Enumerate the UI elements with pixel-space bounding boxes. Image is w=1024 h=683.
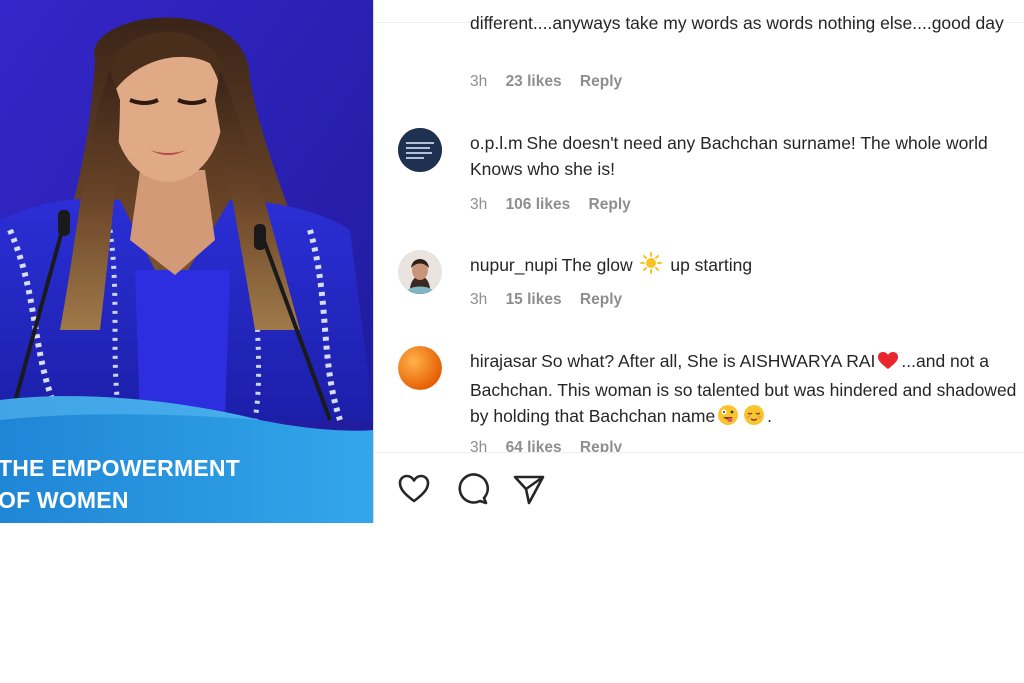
red-heart-emoji-icon <box>878 351 899 377</box>
actions-divider <box>374 452 1024 453</box>
comment-likes[interactable]: 106 likes <box>506 196 571 213</box>
reply-button[interactable]: Reply <box>589 196 631 213</box>
comment-bubble-icon[interactable] <box>455 472 489 506</box>
comment-text: o.p.l.m She doesn't need any Bachchan sur… <box>470 130 1022 182</box>
reply-button[interactable]: Reply <box>580 73 622 90</box>
speaker-illustration <box>0 0 374 523</box>
comments-list[interactable]: different....anyways take my words as wo… <box>374 0 1024 452</box>
comment-body: different....anyways take my words as wo… <box>470 13 1004 33</box>
avatar-image <box>398 128 442 172</box>
relieved-face-emoji-icon <box>744 405 765 432</box>
comment-likes[interactable]: 15 likes <box>506 291 562 308</box>
avatar-image <box>398 346 442 390</box>
banner-line-2: OF WOMEN <box>0 487 129 513</box>
comment-time: 3h <box>470 439 488 452</box>
comment-username[interactable]: nupur_nupi <box>470 255 558 275</box>
comment-body: She doesn't need any Bachchan surname! T… <box>470 133 988 179</box>
banner-caption: THE EMPOWERMENT OF WOMEN <box>0 452 240 516</box>
avatar[interactable] <box>398 346 442 390</box>
comment-body-part3: . <box>767 406 773 426</box>
heart-icon[interactable] <box>397 472 431 506</box>
comment-meta: 3h 15 likes Reply <box>470 291 636 309</box>
comment-meta: 3h 106 likes Reply <box>470 196 645 214</box>
comment-text: nupur_nupi The glow up starting <box>470 252 1022 281</box>
comment-likes[interactable]: 23 likes <box>506 73 562 90</box>
comment-text: hirajasar So what? After all, She is AISH… <box>470 348 1022 432</box>
avatar[interactable] <box>398 250 442 294</box>
sun-emoji-icon <box>640 252 663 281</box>
avatar-image <box>398 250 442 294</box>
instagram-post-view: THE EMPOWERMENT OF WOMEN different....an… <box>0 0 1024 683</box>
comment-username[interactable]: hirajasar <box>470 351 537 371</box>
comment-likes[interactable]: 64 likes <box>506 439 562 452</box>
comment-meta: 3h 64 likes Reply <box>470 439 636 452</box>
comment-body-start: The glow <box>561 255 633 275</box>
avatar[interactable] <box>398 128 442 172</box>
reply-button[interactable]: Reply <box>580 439 622 452</box>
comment-time: 3h <box>470 196 488 213</box>
comment-text: different....anyways take my words as wo… <box>470 10 1022 36</box>
reply-button[interactable]: Reply <box>580 291 622 308</box>
comment-body-part1: So what? After all, She is AISHWARYA RAI <box>541 351 876 371</box>
zany-face-emoji-icon <box>718 405 739 432</box>
paper-plane-icon[interactable] <box>512 472 546 506</box>
comment-time: 3h <box>470 73 488 90</box>
comment-username[interactable]: o.p.l.m <box>470 133 523 153</box>
post-video-frame[interactable]: THE EMPOWERMENT OF WOMEN <box>0 0 374 523</box>
comment-body-end: up starting <box>670 255 753 275</box>
comment-meta: 3h 23 likes Reply <box>470 73 636 91</box>
comment-time: 3h <box>470 291 488 308</box>
banner-line-1: THE EMPOWERMENT <box>0 455 240 481</box>
